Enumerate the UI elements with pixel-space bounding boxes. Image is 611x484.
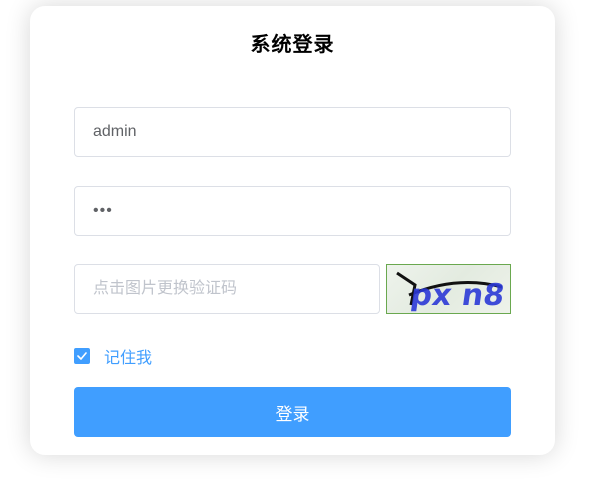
- captcha-text: px n8: [408, 278, 506, 313]
- checkbox-checked-icon[interactable]: [74, 348, 90, 364]
- captcha-graphic: px n8: [396, 271, 507, 313]
- remember-me-label[interactable]: 记住我: [104, 344, 152, 368]
- captcha-input[interactable]: [74, 264, 380, 314]
- remember-me-checkbox[interactable]: 记住我: [74, 345, 152, 367]
- check-icon: [77, 352, 87, 360]
- password-input[interactable]: [74, 186, 511, 236]
- login-button[interactable]: 登录: [74, 387, 511, 437]
- page-title: 系统登录: [250, 32, 335, 56]
- username-input[interactable]: [74, 107, 511, 157]
- captcha-image[interactable]: px n8: [386, 264, 511, 314]
- login-card: 系统登录 px n8 记住我 登录: [30, 6, 555, 455]
